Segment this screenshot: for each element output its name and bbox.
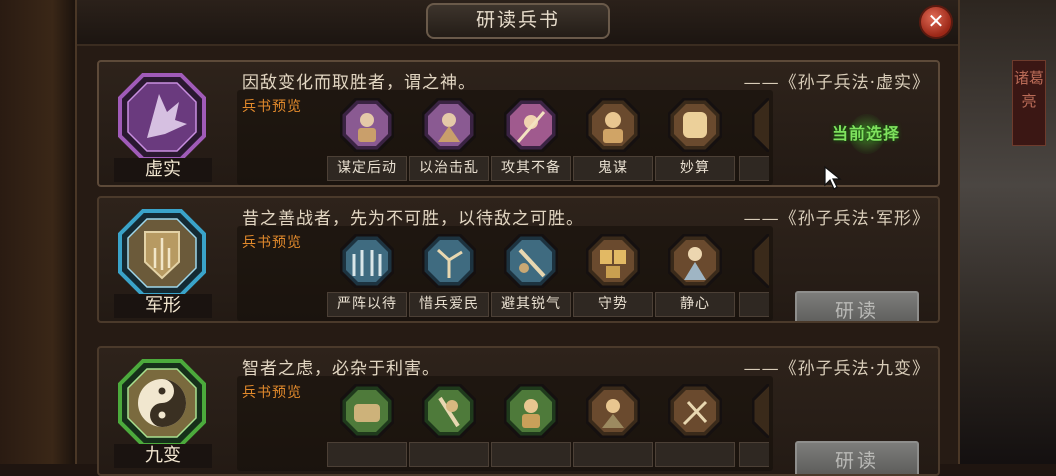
study-button[interactable]: 研读 bbox=[795, 291, 919, 321]
tactic-icon bbox=[586, 98, 640, 152]
tactic-name: 守势 bbox=[573, 292, 653, 317]
close-icon: ✕ bbox=[927, 9, 945, 33]
book-source: ——《孙子兵法·九变》 bbox=[743, 359, 930, 379]
tactic-name: 严阵以待 bbox=[327, 292, 407, 317]
tactic-icon bbox=[586, 384, 640, 438]
tactic-name: 静心 bbox=[655, 292, 735, 317]
current-selection-badge: 当前选择 bbox=[811, 114, 921, 154]
tactic-name: 以治击乱 bbox=[409, 156, 489, 181]
junxing-emblem-icon bbox=[117, 208, 207, 298]
close-button[interactable]: ✕ bbox=[919, 5, 953, 39]
tactic-name: 惜兵爱民 bbox=[409, 292, 489, 317]
tactic-name bbox=[409, 442, 489, 467]
book-name: 九变 bbox=[114, 444, 212, 468]
book-name: 虚实 bbox=[114, 158, 212, 182]
jiubian-emblem-icon bbox=[117, 358, 207, 448]
tactic-name bbox=[573, 442, 653, 467]
tactic-name: 鬼谋 bbox=[573, 156, 653, 181]
tactic-icon bbox=[340, 234, 394, 288]
book-source: ——《孙子兵法·军形》 bbox=[743, 209, 930, 229]
book-card-jiubian[interactable]: 九变 智者之虑，必杂于利害。 ——《孙子兵法·九变》 兵书预览 研读 bbox=[97, 346, 940, 476]
dialog-title: 研读兵书 bbox=[426, 3, 610, 39]
tactic-name-partial bbox=[739, 292, 769, 317]
tactic-name bbox=[327, 442, 407, 467]
tactic-name: 妙算 bbox=[655, 156, 735, 181]
tactic-item-partial bbox=[739, 98, 769, 184]
tactic-name-partial bbox=[739, 156, 769, 181]
tactic-name: 攻其不备 bbox=[491, 156, 571, 181]
background-left bbox=[0, 0, 75, 464]
tactic-item[interactable]: 守势 bbox=[573, 234, 653, 320]
tactic-item-partial bbox=[739, 234, 769, 320]
tactic-icon bbox=[340, 384, 394, 438]
study-book-dialog: 研读兵书 ✕ 虚实 因敌变化而取胜者，谓之神。 ——《孙子兵法·虚实》 兵书预览… bbox=[75, 0, 960, 476]
tactic-icon bbox=[668, 384, 722, 438]
tactic-item[interactable] bbox=[573, 384, 653, 470]
tactic-name bbox=[655, 442, 735, 467]
tactic-name: 谋定后动 bbox=[327, 156, 407, 181]
tactic-item[interactable] bbox=[409, 384, 489, 470]
tactic-icon bbox=[752, 384, 769, 438]
tactic-item[interactable]: 避其锐气 bbox=[491, 234, 571, 320]
study-button[interactable]: 研读 bbox=[795, 441, 919, 474]
tactic-icon bbox=[340, 98, 394, 152]
tactic-item[interactable] bbox=[491, 384, 571, 470]
book-name: 军形 bbox=[114, 294, 212, 318]
book-card-xushi[interactable]: 虚实 因敌变化而取胜者，谓之神。 ——《孙子兵法·虚实》 兵书预览 谋定后动 以… bbox=[97, 60, 940, 187]
tactic-icon bbox=[752, 98, 769, 152]
tactic-item[interactable]: 鬼谋 bbox=[573, 98, 653, 184]
tactic-name bbox=[491, 442, 571, 467]
tactic-name-partial bbox=[739, 442, 769, 467]
tactic-icon bbox=[504, 98, 558, 152]
xushi-emblem-icon bbox=[117, 72, 207, 162]
tactic-item[interactable] bbox=[327, 384, 407, 470]
tactic-item[interactable]: 惜兵爱民 bbox=[409, 234, 489, 320]
preview-label: 兵书预览 bbox=[242, 99, 302, 115]
tactic-icon bbox=[422, 98, 476, 152]
tactic-icon bbox=[668, 98, 722, 152]
tactic-icon bbox=[422, 384, 476, 438]
tactic-icon bbox=[504, 234, 558, 288]
tactic-item[interactable]: 静心 bbox=[655, 234, 735, 320]
tactic-icon bbox=[668, 234, 722, 288]
preview-label: 兵书预览 bbox=[242, 235, 302, 251]
side-character-tag: 诸葛亮 bbox=[1012, 60, 1046, 146]
tactic-item[interactable]: 攻其不备 bbox=[491, 98, 571, 184]
tactic-item[interactable]: 妙算 bbox=[655, 98, 735, 184]
mouse-cursor-icon bbox=[824, 165, 842, 190]
tactic-icon bbox=[504, 384, 558, 438]
tactic-item[interactable]: 严阵以待 bbox=[327, 234, 407, 320]
tactic-item[interactable]: 谋定后动 bbox=[327, 98, 407, 184]
book-source: ——《孙子兵法·虚实》 bbox=[743, 73, 930, 93]
tactic-icon bbox=[422, 234, 476, 288]
tactic-item-partial bbox=[739, 384, 769, 470]
tactic-icon bbox=[752, 234, 769, 288]
current-selection-label: 当前选择 bbox=[831, 124, 900, 143]
book-card-junxing[interactable]: 军形 昔之善战者，先为不可胜，以待敌之可胜。 ——《孙子兵法·军形》 兵书预览 … bbox=[97, 196, 940, 323]
tactic-item[interactable] bbox=[655, 384, 735, 470]
tactic-icon bbox=[586, 234, 640, 288]
dialog-header: 研读兵书 ✕ bbox=[77, 0, 958, 46]
tactic-item[interactable]: 以治击乱 bbox=[409, 98, 489, 184]
tactic-name: 避其锐气 bbox=[491, 292, 571, 317]
preview-label: 兵书预览 bbox=[242, 385, 302, 401]
